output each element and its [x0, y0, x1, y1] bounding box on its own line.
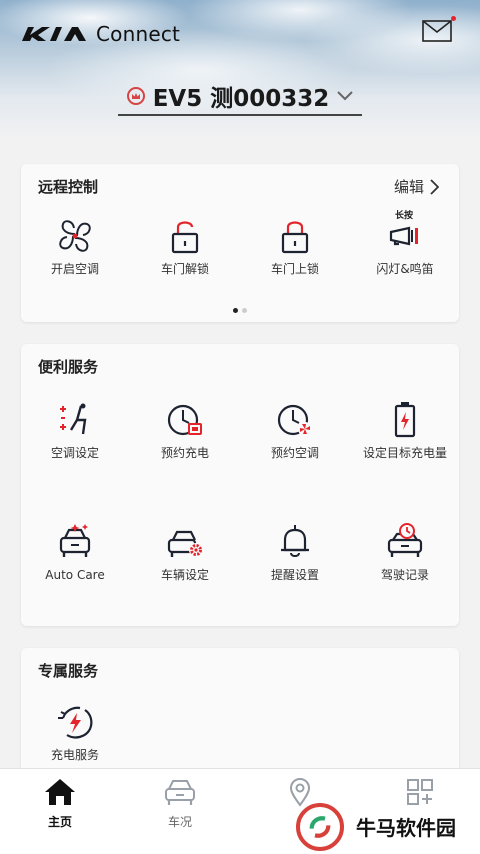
edit-label: 编辑 — [393, 178, 424, 196]
ac-start-button[interactable]: 开启空调 — [25, 216, 125, 277]
door-lock-button[interactable]: 车门上锁 — [245, 216, 345, 277]
door-unlock-label: 车门解锁 — [160, 262, 209, 276]
vehicle-settings-button[interactable]: 车辆设定 — [135, 522, 235, 583]
header-background — [0, 0, 480, 140]
chevron-down-icon — [337, 91, 353, 101]
mail-icon[interactable] — [422, 20, 452, 42]
crown-badge-icon — [126, 87, 145, 105]
vehicle-selector[interactable]: EV5 测000332 — [118, 78, 362, 116]
bell-icon — [281, 525, 309, 557]
auto-care-icon — [59, 524, 91, 557]
climate-settings-button[interactable]: 空调设定 — [25, 400, 125, 461]
door-unlock-button[interactable]: 车门解锁 — [135, 216, 235, 277]
flash-horn-label: 闪灯&鸣笛 — [376, 262, 434, 276]
charging-service-icon — [58, 706, 93, 739]
brand-label: Connect — [96, 22, 181, 46]
horn-icon — [389, 226, 418, 246]
drive-record-button[interactable]: 驾驶记录 — [355, 522, 455, 583]
notification-dot — [451, 16, 456, 21]
tab-car-status-label: 车况 — [167, 815, 192, 829]
seat-climate-icon — [60, 403, 87, 435]
vehicle-settings-label: 车辆设定 — [160, 568, 209, 582]
tab-home-label: 主页 — [47, 815, 72, 829]
auto-care-label: Auto Care — [45, 568, 105, 582]
scheduled-charge-icon — [167, 404, 202, 436]
scheduled-climate-icon — [277, 404, 312, 436]
scheduled-climate-label: 预约空调 — [270, 446, 319, 460]
watermark-text: 牛马软件园 — [352, 810, 460, 843]
target-charge-label: 设定目标充电量 — [362, 446, 447, 460]
drive-record-icon — [387, 523, 423, 557]
remote-control-title: 远程控制 — [38, 178, 99, 196]
charging-service-button[interactable]: 充电服务 — [25, 702, 125, 763]
auto-care-button[interactable]: Auto Care — [25, 522, 125, 583]
vehicle-name: EV5 测000332 — [152, 86, 330, 112]
lock-icon — [281, 221, 309, 254]
convenience-title: 便利服务 — [38, 358, 99, 376]
remote-control-card: 远程控制 编辑 开启空调 车门解锁 车门上锁 长按 闪灯&鸣笛 — [21, 164, 459, 322]
flash-horn-button[interactable]: 闪灯&鸣笛 — [355, 216, 455, 277]
exclusive-title: 专属服务 — [38, 662, 99, 680]
convenience-card: 便利服务 空调设定 预约充电 预约空调 设定目标充电量 Auto Care 车辆… — [21, 344, 459, 626]
ac-start-label: 开启空调 — [50, 262, 99, 276]
target-charge-button[interactable]: 设定目标充电量 — [355, 400, 455, 461]
scheduled-charge-label: 预约充电 — [160, 446, 209, 460]
page-dot — [242, 308, 247, 313]
drive-record-label: 驾驶记录 — [380, 568, 429, 582]
vehicle-settings-icon — [167, 530, 203, 557]
home-icon — [45, 779, 75, 805]
page-indicator — [233, 308, 247, 313]
climate-settings-label: 空调设定 — [50, 446, 99, 460]
page-dot — [233, 308, 238, 313]
watermark-logo-icon — [296, 802, 344, 851]
chevron-right-icon — [430, 178, 439, 195]
edit-button[interactable]: 编辑 — [394, 176, 439, 197]
reminder-settings-label: 提醒设置 — [270, 568, 319, 582]
fan-icon — [59, 220, 91, 252]
scheduled-charge-button[interactable]: 预约充电 — [135, 400, 235, 461]
kia-logo: Connect — [20, 22, 180, 46]
tab-car-status[interactable]: 车况 — [120, 769, 240, 839]
charging-service-label: 充电服务 — [50, 748, 99, 762]
tab-home[interactable]: 主页 — [0, 769, 120, 839]
watermark: 牛马软件园 — [296, 800, 476, 853]
door-lock-label: 车门上锁 — [270, 262, 319, 276]
kia-wordmark-icon — [22, 27, 86, 41]
scheduled-climate-button[interactable]: 预约空调 — [245, 400, 345, 461]
unlock-icon — [171, 221, 199, 254]
reminder-settings-button[interactable]: 提醒设置 — [245, 522, 345, 583]
car-status-icon — [165, 780, 195, 805]
battery-target-icon — [394, 402, 416, 438]
